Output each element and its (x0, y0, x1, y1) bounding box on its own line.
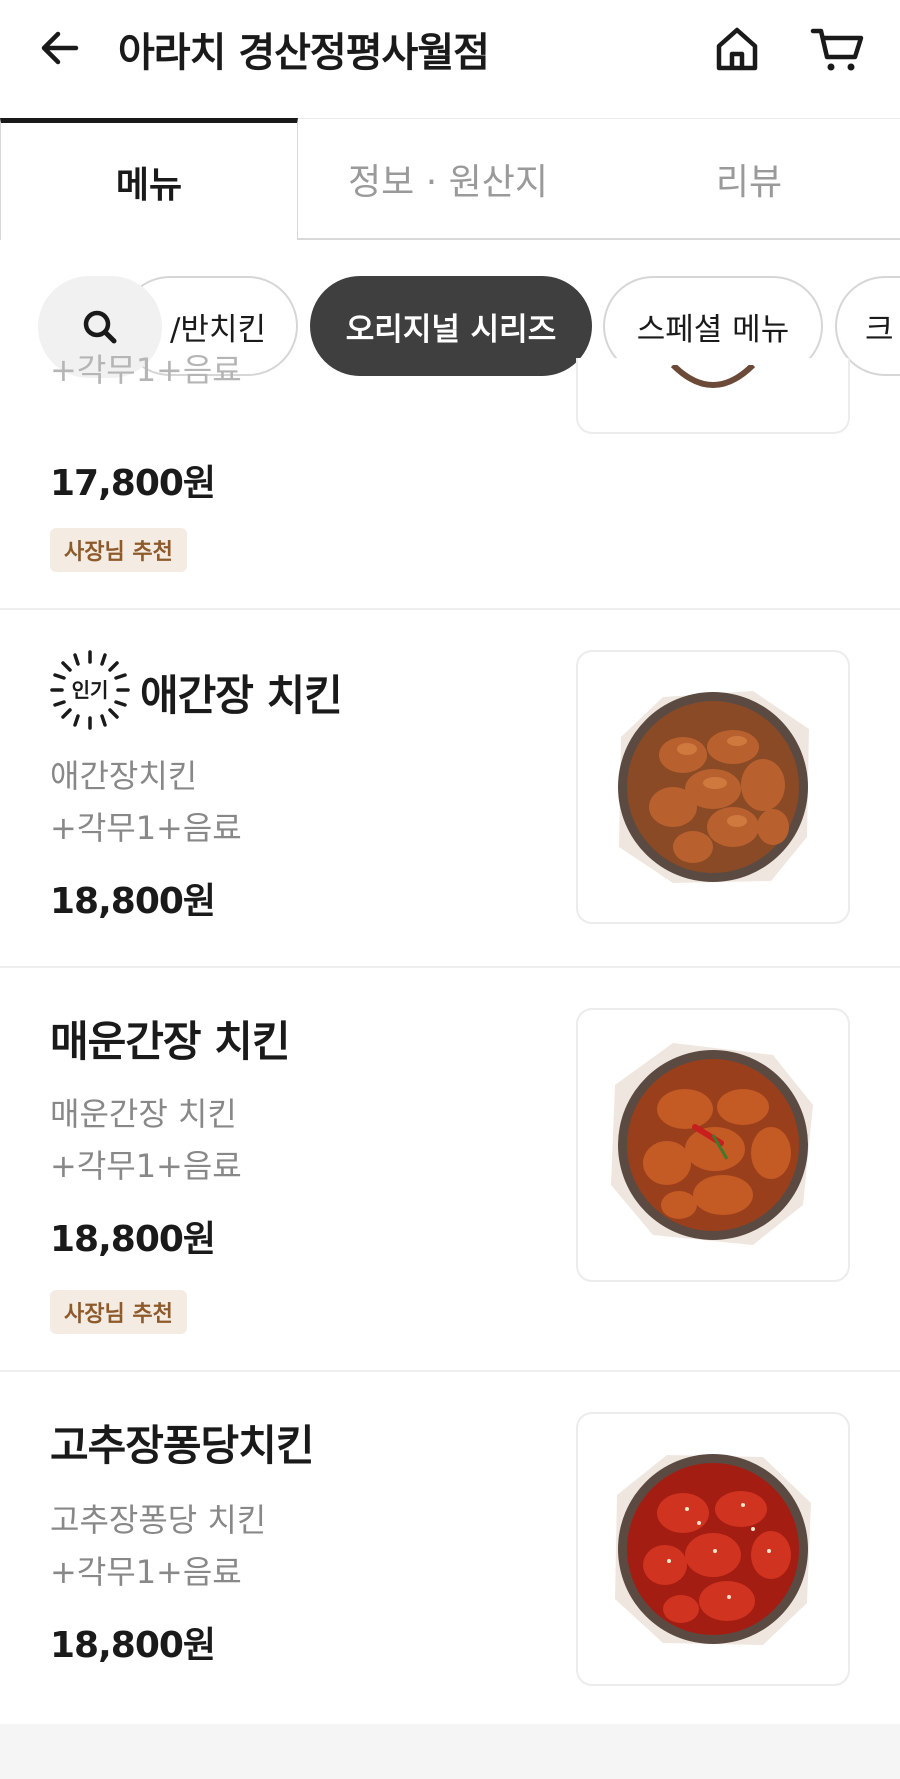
menu-item[interactable]: 인기 애간장 치킨 애간장치킨 +각무1+음료 18,800원 (0, 610, 900, 968)
tab-info-origin[interactable]: 정보 · 원산지 (298, 118, 598, 240)
owner-recommend-badge: 사장님 추천 (50, 1290, 187, 1334)
cart-icon[interactable] (810, 24, 864, 74)
menu-item-desc: 고추장퐁당 치킨 (50, 1501, 267, 1539)
menu-item-price: 18,800원 (50, 1219, 216, 1260)
menu-item-desc: +각무1+음료 (50, 1553, 242, 1591)
category-chip-original-series[interactable]: 오리지널 시리즈 (310, 276, 592, 376)
menu-item-price: 18,800원 (50, 1625, 216, 1666)
menu-item[interactable]: +각무1+음료 17,800원 사장님 추천 (0, 351, 900, 610)
menu-item-desc: +각무1+음료 (50, 1147, 242, 1185)
gochujang-chicken-image (615, 1454, 811, 1645)
menu-item-name: 고추장퐁당치킨 (50, 1421, 314, 1470)
menu-item-thumbnail[interactable] (576, 650, 850, 924)
menu-item-desc: 애간장치킨 (50, 757, 198, 795)
tab-reviews[interactable]: 리뷰 (598, 118, 900, 240)
menu-item[interactable]: 고추장퐁당치킨 고추장퐁당 치킨 +각무1+음료 18,800원 (0, 1372, 900, 1724)
store-tabs: 메뉴 정보 · 원산지 리뷰 (0, 118, 900, 240)
popular-label: 인기 (71, 678, 109, 702)
top-app-bar: 아라치 경산정평사월점 (0, 0, 900, 110)
menu-item-price: 17,800원 (50, 463, 216, 504)
menu-item-desc: 매운간장 치킨 (50, 1095, 237, 1133)
owner-recommend-badge: 사장님 추천 (50, 528, 187, 572)
spicy-soy-chicken-image (611, 1043, 813, 1245)
menu-item-desc: +각무1+음료 (50, 351, 242, 389)
menu-item-name: 매운간장 치킨 (50, 1017, 290, 1066)
menu-item-thumbnail[interactable] (576, 358, 850, 434)
bottom-area (0, 1724, 900, 1779)
menu-item-price: 18,800원 (50, 881, 216, 922)
menu-item-thumbnail[interactable] (576, 1412, 850, 1686)
menu-item-desc: +각무1+음료 (50, 809, 242, 847)
soy-chicken-image (618, 691, 809, 883)
arrow-left-icon[interactable] (36, 24, 84, 72)
menu-item-name: 애간장 치킨 (140, 671, 343, 720)
chicken-plate-image (670, 365, 756, 388)
home-icon[interactable] (712, 24, 762, 74)
popular-badge: 인기 (50, 650, 130, 730)
menu-item-thumbnail[interactable] (576, 1008, 850, 1282)
menu-item[interactable]: 매운간장 치킨 매운간장 치킨 +각무1+음료 18,800원 사장님 추천 (0, 968, 900, 1372)
search-icon (83, 310, 117, 344)
tab-menu[interactable]: 메뉴 (0, 118, 298, 240)
store-title: 아라치 경산정평사월점 (118, 30, 490, 76)
